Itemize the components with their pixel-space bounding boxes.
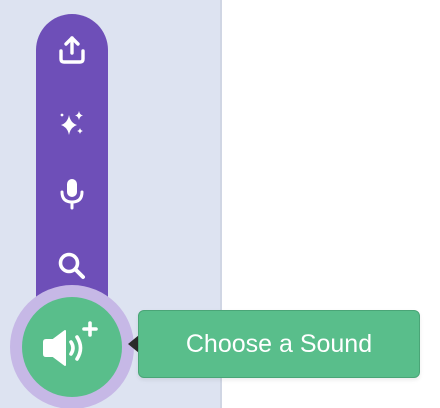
surprise-button[interactable] — [36, 96, 108, 152]
microphone-icon — [60, 179, 84, 210]
choose-sound-button[interactable] — [22, 297, 122, 397]
speaker-plus-icon — [43, 321, 98, 366]
search-icon — [58, 252, 85, 279]
record-button[interactable] — [36, 166, 108, 222]
sound-menu-area: Choose a Sound — [0, 0, 440, 408]
upload-icon — [59, 36, 85, 64]
upload-sound-button[interactable] — [36, 22, 108, 78]
sparkles-icon — [60, 111, 83, 135]
tooltip-label: Choose a Sound — [185, 329, 373, 358]
tooltip: Choose a Sound — [138, 310, 420, 378]
